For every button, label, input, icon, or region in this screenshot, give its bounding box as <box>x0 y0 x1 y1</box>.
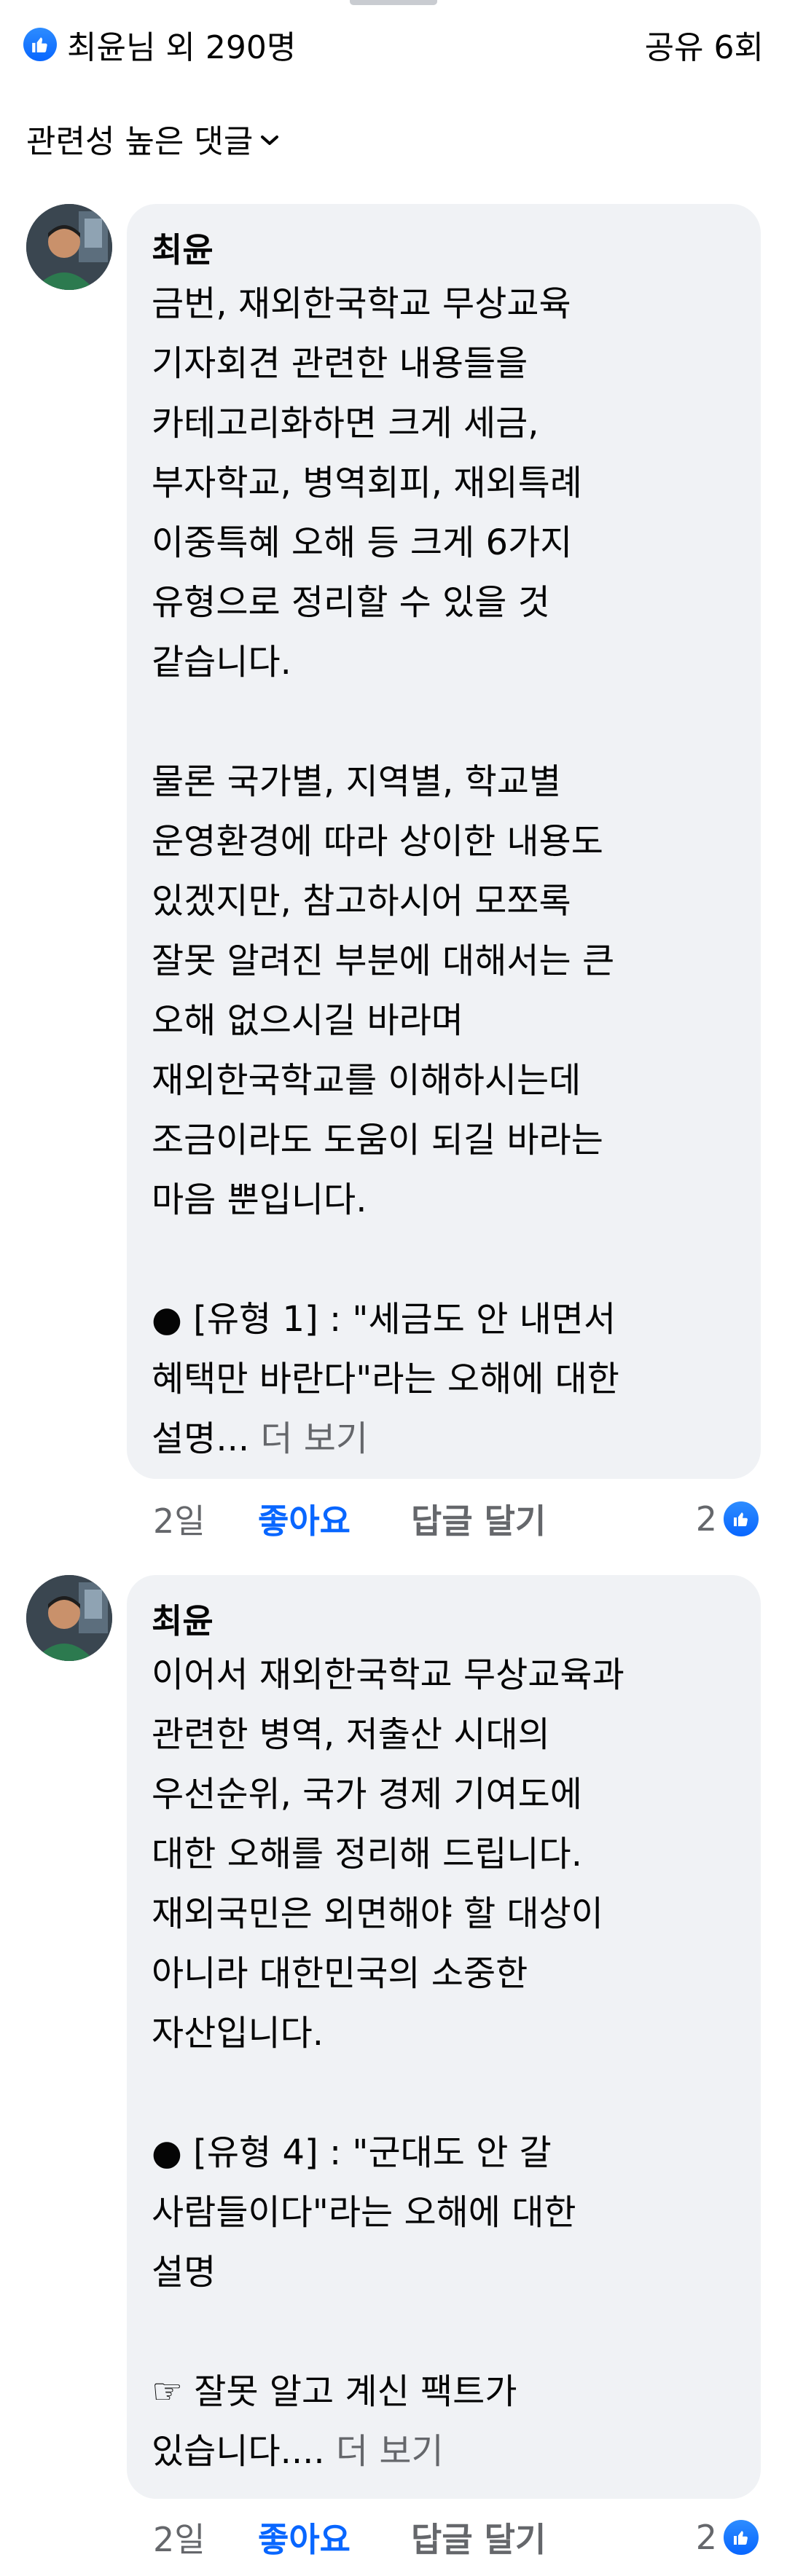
like-button[interactable]: 좋아요 <box>258 2513 411 2561</box>
comment-bubble: 최윤 이어서 재외한국학교 무상교육과 관련한 병역, 저출산 시대의 우선순위… <box>127 1575 761 2499</box>
sheet-drag-handle[interactable] <box>350 0 437 5</box>
avatar[interactable] <box>26 204 112 290</box>
comment-reactions[interactable]: 2 <box>696 1499 761 1539</box>
reactions-summary[interactable]: 최윤님 외 290명 <box>23 21 296 68</box>
see-more-link[interactable]: 더 보기 <box>325 2431 444 2472</box>
chevron-down-icon <box>260 134 279 147</box>
reactions-count-text: 최윤님 외 290명 <box>67 29 297 66</box>
comment-text: 금번, 재외한국학교 무상교육 기자회견 관련한 내용들을 카테고리화하면 크게… <box>152 274 736 1469</box>
comment-body: 이어서 재외한국학교 무상교육과 관련한 병역, 저출산 시대의 우선순위, 국… <box>152 1654 624 2472</box>
comment-author[interactable]: 최윤 <box>152 1597 736 1645</box>
reaction-count: 2 <box>695 2518 717 2557</box>
comment-sort-dropdown[interactable]: 관련성 높은 댓글 <box>26 113 279 164</box>
reaction-summary-bar: 최윤님 외 290명 공유 6회 <box>23 20 764 68</box>
comment-actions: 2일 좋아요 답글 달기 2 <box>153 1493 761 1544</box>
comment-timestamp[interactable]: 2일 <box>153 1495 258 1543</box>
shares-count[interactable]: 공유 6회 <box>645 21 764 68</box>
comment-bubble: 최윤 금번, 재외한국학교 무상교육 기자회견 관련한 내용들을 카테고리화하면… <box>127 204 761 1479</box>
sort-label: 관련성 높은 댓글 <box>26 123 254 160</box>
comment-reactions[interactable]: 2 <box>696 2518 761 2557</box>
comment-actions: 2일 좋아요 답글 달기 2 <box>153 2512 761 2563</box>
thumbs-up-icon <box>721 2518 761 2557</box>
thumbs-up-icon <box>23 28 57 61</box>
comment-text: 이어서 재외한국학교 무상교육과 관련한 병역, 저출산 시대의 우선순위, 국… <box>152 1645 736 2481</box>
like-button[interactable]: 좋아요 <box>258 1495 411 1543</box>
reply-button[interactable]: 답글 달기 <box>411 2513 546 2561</box>
reaction-count: 2 <box>695 1499 717 1539</box>
comment-author[interactable]: 최윤 <box>152 226 736 274</box>
comment-timestamp[interactable]: 2일 <box>153 2513 258 2561</box>
thumbs-up-icon <box>721 1499 761 1539</box>
see-more-link[interactable]: 더 보기 <box>249 1418 368 1459</box>
reply-button[interactable]: 답글 달기 <box>411 1495 546 1543</box>
avatar[interactable] <box>26 1575 112 1661</box>
comment-body: 금번, 재외한국학교 무상교육 기자회견 관련한 내용들을 카테고리화하면 크게… <box>152 283 619 1459</box>
